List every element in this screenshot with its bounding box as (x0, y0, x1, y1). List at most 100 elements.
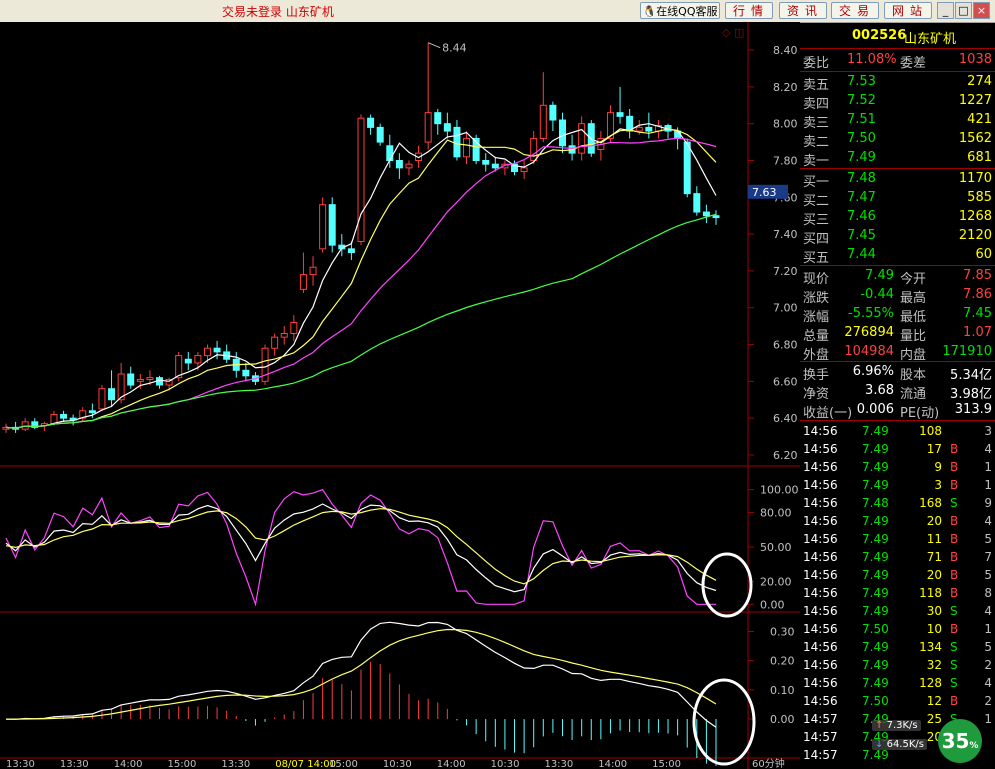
tick-row[interactable]: 14:56 7.49 128 S 4 (800, 675, 995, 693)
ask-row[interactable]: 卖一 7.49 681 (800, 149, 995, 169)
close-icon[interactable]: × (973, 2, 990, 19)
tick-volume: 12 (926, 694, 942, 708)
tick-row[interactable]: 14:56 7.49 108 3 (800, 423, 995, 441)
candle-body (616, 112, 624, 117)
divider (800, 265, 995, 266)
time-axis-label: 60分钟 (752, 757, 785, 769)
candle-body (376, 126, 384, 143)
tick-volume: 10 (926, 622, 942, 636)
tick-price: 7.49 (862, 658, 889, 672)
trade-button[interactable]: 交易 (831, 2, 879, 19)
price-tick-label: 6.60 (773, 375, 798, 388)
tick-time: 14:56 (803, 550, 838, 564)
quote-value: -0.44 (860, 287, 894, 302)
bid-row[interactable]: 买一 7.48 1170 (800, 170, 995, 190)
ask-row[interactable]: 卖三 7.51 421 (800, 111, 995, 131)
candle-body (645, 126, 653, 132)
order-ratio-label: 委比 (803, 56, 830, 71)
tick-direction: B (950, 550, 959, 564)
tick-price: 7.49 (862, 478, 889, 492)
price-tick-label: 8.40 (773, 44, 798, 57)
tick-row[interactable]: 14:56 7.49 9 B 1 (800, 459, 995, 477)
bid-volume: 1170 (958, 171, 992, 186)
bid-row[interactable]: 买四 7.45 2120 (800, 227, 995, 247)
fundamental-label: 换手 (803, 368, 830, 383)
quote-row: 涨跌 -0.44 最高 7.86 (800, 286, 995, 306)
candle-body (683, 141, 691, 195)
tick-volume: 168 (919, 496, 942, 510)
tick-price: 7.49 (862, 568, 889, 582)
ask-row[interactable]: 卖二 7.50 1562 (800, 130, 995, 150)
tick-row[interactable]: 14:56 7.49 32 S 2 (800, 657, 995, 675)
candle-body (482, 160, 490, 165)
minimize-icon[interactable]: _ (937, 2, 954, 19)
ask-row[interactable]: 卖四 7.52 1227 (800, 92, 995, 112)
candle-body (127, 373, 135, 386)
tick-volume: 20 (926, 514, 942, 528)
tick-row[interactable]: 14:56 7.49 134 S 5 (800, 639, 995, 657)
maximize-icon[interactable]: □ (955, 2, 972, 19)
stock-chart[interactable]: 8.44 8.408.208.007.807.607.407.207.006.8… (0, 22, 800, 769)
tick-row[interactable]: 14:56 7.49 20 B 5 (800, 567, 995, 585)
qq-support-button[interactable]: 🐧在线QQ客服 (640, 2, 720, 19)
candle-body (319, 204, 327, 250)
macd-tick-label: 0.30 (770, 626, 795, 639)
tick-row[interactable]: 14:56 7.50 12 B 2 (800, 693, 995, 711)
website-button[interactable]: 网站 (884, 2, 932, 19)
tick-volume: 9 (934, 460, 942, 474)
tick-time: 14:57 (803, 748, 838, 762)
order-ratio-value: 11.08% (847, 52, 897, 67)
network-percent-badge[interactable]: 35% (938, 719, 982, 763)
tick-row[interactable]: 14:56 7.49 3 B 1 (800, 477, 995, 495)
ask-volume: 274 (967, 74, 992, 89)
bid-row[interactable]: 买三 7.46 1268 (800, 208, 995, 228)
tick-count: 4 (984, 442, 992, 456)
bid-row[interactable]: 买五 7.44 60 (800, 246, 995, 266)
tick-row[interactable]: 14:56 7.50 10 B 1 (800, 621, 995, 639)
tick-volume: 128 (919, 676, 942, 690)
candle-body (491, 163, 499, 169)
candle-body (702, 211, 710, 217)
candle-body (88, 410, 96, 414)
ask-row[interactable]: 卖五 7.53 274 (800, 73, 995, 93)
tick-row[interactable]: 14:56 7.48 168 S 9 (800, 495, 995, 513)
tick-count: 5 (984, 568, 992, 582)
candle-body (271, 336, 279, 349)
corner-icons[interactable]: ◇ ◫ (722, 26, 744, 39)
fundamental-value: 6.96% (852, 364, 894, 379)
market-button[interactable]: 行情 (725, 2, 773, 19)
bid-row[interactable]: 买二 7.47 585 (800, 189, 995, 209)
tick-time: 14:56 (803, 658, 838, 672)
stock-header: 002526 山东矿机 (800, 22, 995, 49)
order-diff-label: 委差 (900, 56, 927, 71)
tick-row[interactable]: 14:56 7.49 71 B 7 (800, 549, 995, 567)
tick-direction: S (950, 604, 958, 618)
tick-count: 2 (984, 694, 992, 708)
tick-row[interactable]: 14:56 7.49 11 B 5 (800, 531, 995, 549)
tick-direction: B (950, 460, 959, 474)
bid-volume: 1268 (958, 209, 992, 224)
quote-value: -5.55% (848, 306, 894, 321)
qq-support-label: 在线QQ客服 (656, 5, 718, 18)
tick-volume: 118 (919, 586, 942, 600)
tick-direction: B (950, 586, 959, 600)
tick-row[interactable]: 14:56 7.49 17 B 4 (800, 441, 995, 459)
tick-row[interactable]: 14:56 7.49 118 B 8 (800, 585, 995, 603)
toolbar: 交易未登录 山东矿机 🐧在线QQ客服 行情 资讯 交易 网站 _ □ × (0, 0, 995, 23)
bid-volume: 585 (967, 190, 992, 205)
tick-count: 1 (984, 622, 992, 636)
candle-body (146, 377, 154, 381)
network-speed-widget: ↑ 7.3K/s ↓ 64.5K/s 35% (860, 713, 988, 765)
tick-row[interactable]: 14:56 7.49 30 S 4 (800, 603, 995, 621)
tick-direction: B (950, 478, 959, 492)
bid-label: 买三 (803, 213, 830, 228)
tick-row[interactable]: 14:56 7.49 20 B 4 (800, 513, 995, 531)
candle-body (578, 123, 586, 154)
quote-label: 量比 (900, 329, 927, 344)
fundamental-row: 净资 3.68 流通 3.98亿 (800, 382, 995, 402)
ask-price: 7.50 (847, 131, 876, 146)
price-tick-label: 7.40 (773, 228, 798, 241)
price-tick-label: 8.00 (773, 118, 798, 131)
news-button[interactable]: 资讯 (779, 2, 827, 19)
bid-price: 7.45 (847, 228, 876, 243)
